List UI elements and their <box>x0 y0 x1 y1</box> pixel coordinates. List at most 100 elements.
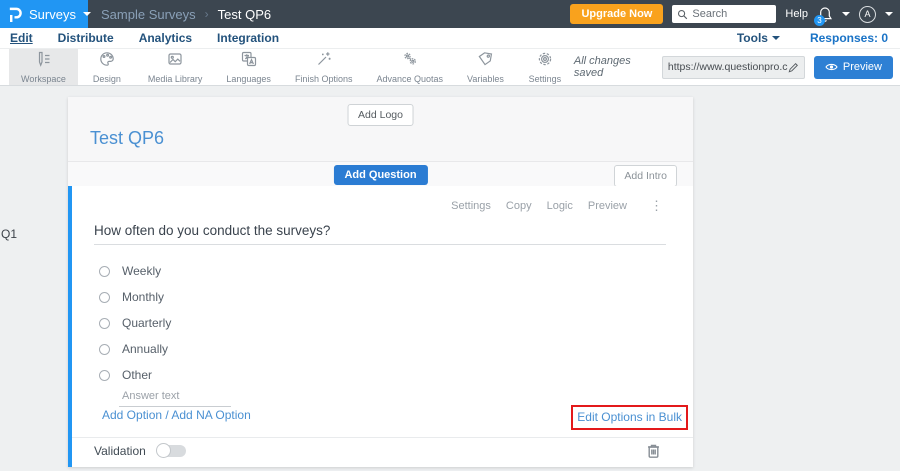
toolbar-item-label: Media Library <box>147 73 203 84</box>
upgrade-now-button[interactable]: Upgrade Now <box>570 4 664 24</box>
preview-button-label: Preview <box>842 61 882 73</box>
top-bar: Surveys Sample Surveys › Test QP6 Upgrad… <box>0 0 900 28</box>
toolbar-item-advance-quotas[interactable]: Advance Quotas <box>364 49 455 85</box>
tab-distribute[interactable]: Distribute <box>58 31 114 45</box>
edit-options-in-bulk-link[interactable]: Edit Options in Bulk <box>577 410 682 424</box>
toolbar-item-label: Finish Options <box>294 73 353 84</box>
option-label[interactable]: Monthly <box>122 290 164 304</box>
tab-analytics[interactable]: Analytics <box>139 31 192 45</box>
image-icon <box>167 51 183 72</box>
option-label[interactable]: Quarterly <box>122 316 171 330</box>
breadcrumb-separator-icon: › <box>204 7 209 21</box>
survey-toolbar: Workspace Design Media Library Languages… <box>0 48 900 86</box>
save-status-text: All changes saved <box>573 55 631 79</box>
survey-url-input[interactable] <box>667 61 788 73</box>
question-text[interactable]: How often do you conduct the surveys? <box>94 223 330 238</box>
option-label[interactable]: Weekly <box>122 264 161 278</box>
toolbar-item-design[interactable]: Design <box>78 49 136 85</box>
question-settings-link[interactable]: Settings <box>451 200 491 212</box>
tab-integration[interactable]: Integration <box>217 31 279 45</box>
chevron-down-icon <box>771 36 780 40</box>
toolbar-item-label: Advance Quotas <box>376 73 444 84</box>
gear-icon <box>537 51 553 72</box>
other-answer-input[interactable] <box>119 388 231 407</box>
question-logic-link[interactable]: Logic <box>547 200 573 212</box>
question-preview-link[interactable]: Preview <box>588 200 627 212</box>
survey-card: Add Logo Test QP6 Add Question Add Intro… <box>68 97 693 467</box>
answer-option-row: Monthly <box>99 290 164 304</box>
option-label[interactable]: Annually <box>122 342 168 356</box>
chevron-down-icon[interactable] <box>842 12 850 16</box>
nav-right: Tools Responses: 0 <box>737 31 888 45</box>
survey-url-box[interactable] <box>661 55 805 79</box>
quota-gears-icon <box>402 51 418 72</box>
toggle-knob <box>155 443 171 458</box>
avatar[interactable]: A <box>859 5 876 23</box>
radio-button[interactable] <box>99 265 110 277</box>
add-question-button[interactable]: Add Question <box>333 165 428 185</box>
nav-tabs: Edit Distribute Analytics Integration <box>10 31 279 45</box>
radio-button[interactable] <box>99 291 110 303</box>
toolbar-item-media-library[interactable]: Media Library <box>136 49 215 85</box>
eye-icon <box>825 62 838 72</box>
toolbar-item-label: Settings <box>528 73 562 84</box>
toolbar-right: All changes saved Preview <box>574 49 893 85</box>
notifications-button[interactable]: 3 <box>814 6 833 26</box>
toolbar-items: Workspace Design Media Library Languages… <box>9 49 574 85</box>
validation-label: Validation <box>94 444 146 458</box>
toolbar-item-variables[interactable]: Variables <box>455 49 516 85</box>
help-link[interactable]: Help <box>785 8 808 20</box>
magic-wand-icon <box>316 51 332 72</box>
radio-button[interactable] <box>99 343 110 355</box>
breadcrumb-current: Test QP6 <box>217 6 272 22</box>
radio-button[interactable] <box>99 369 110 381</box>
tools-menu[interactable]: Tools <box>737 31 780 45</box>
translate-icon <box>241 51 257 72</box>
answer-option-row: Other <box>99 368 152 382</box>
chevron-down-icon[interactable] <box>885 12 893 16</box>
question-block: Settings Copy Logic Preview ⋮ How often … <box>68 186 693 467</box>
trash-icon <box>647 443 660 458</box>
workspace-icon <box>35 51 51 72</box>
toolbar-item-label: Workspace <box>21 73 66 84</box>
nav-row: Edit Distribute Analytics Integration To… <box>0 28 900 48</box>
add-option-link[interactable]: Add Option / Add NA Option <box>102 408 251 422</box>
edit-url-pencil-icon[interactable] <box>788 62 799 73</box>
breadcrumb: Sample Surveys › Test QP6 <box>101 7 271 22</box>
toolbar-item-languages[interactable]: Languages <box>214 49 283 85</box>
survey-title[interactable]: Test QP6 <box>90 128 164 149</box>
toolbar-item-settings[interactable]: Settings <box>516 49 574 85</box>
survey-header: Add Logo Test QP6 <box>68 97 693 161</box>
validation-toggle[interactable] <box>155 443 187 458</box>
toolbar-item-label: Variables <box>467 73 504 84</box>
toolbar-item-label: Design <box>92 73 121 84</box>
toolbar-item-label: Languages <box>226 73 271 84</box>
responses-count[interactable]: Responses: 0 <box>810 31 888 45</box>
search-box[interactable] <box>672 5 777 23</box>
question-text-underline <box>94 244 666 245</box>
breadcrumb-parent[interactable]: Sample Surveys <box>101 7 196 22</box>
add-question-row: Add Question Add Intro <box>68 161 693 187</box>
more-options-icon[interactable]: ⋮ <box>650 199 663 212</box>
search-input[interactable] <box>692 8 772 20</box>
surveys-menu[interactable]: Surveys <box>0 0 91 28</box>
answer-option-row: Quarterly <box>99 316 171 330</box>
chevron-down-icon <box>82 12 91 16</box>
toolbar-item-workspace[interactable]: Workspace <box>9 49 78 85</box>
topbar-right: Upgrade Now Help 3 A <box>570 4 900 26</box>
radio-button[interactable] <box>99 317 110 329</box>
question-copy-link[interactable]: Copy <box>506 200 532 212</box>
questionpro-logo-icon <box>7 6 22 23</box>
toolbar-item-finish-options[interactable]: Finish Options <box>283 49 365 85</box>
delete-question-button[interactable] <box>647 443 660 458</box>
add-intro-button[interactable]: Add Intro <box>614 165 677 187</box>
add-logo-button[interactable]: Add Logo <box>347 104 414 126</box>
search-icon <box>677 9 688 20</box>
answer-option-row: Annually <box>99 342 168 356</box>
notification-count-badge: 3 <box>814 14 825 26</box>
preview-button[interactable]: Preview <box>813 55 893 79</box>
option-label[interactable]: Other <box>122 368 152 382</box>
question-number-label: Q1 <box>1 227 18 241</box>
tab-edit[interactable]: Edit <box>10 31 33 45</box>
palette-icon <box>99 51 115 72</box>
